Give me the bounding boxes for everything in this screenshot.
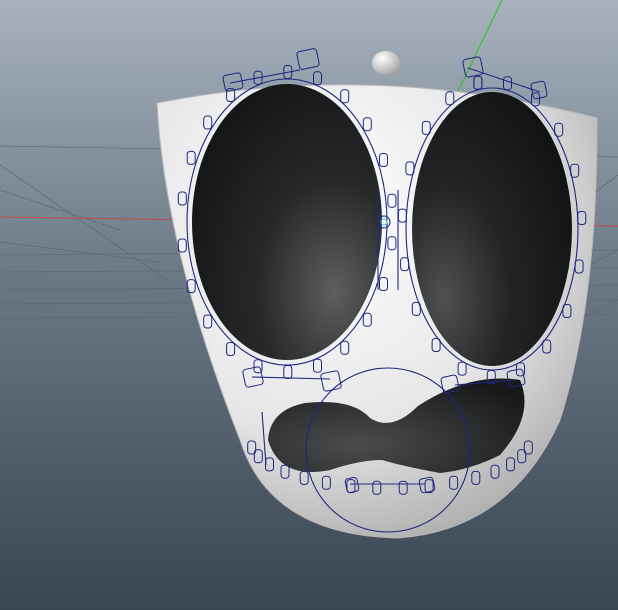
3d-viewport[interactable] — [0, 0, 618, 610]
viewport-scene[interactable] — [0, 0, 618, 610]
right-eye[interactable] — [412, 92, 572, 366]
left-eye[interactable] — [192, 84, 382, 360]
top-knob[interactable] — [372, 51, 400, 75]
